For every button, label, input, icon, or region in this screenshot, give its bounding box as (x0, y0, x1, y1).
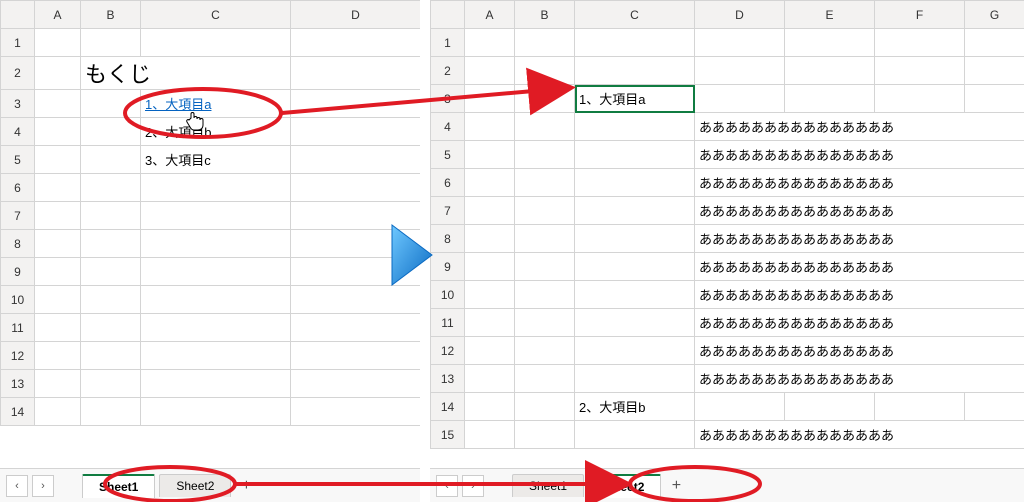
add-sheet[interactable]: + (665, 477, 687, 495)
tab-next[interactable]: › (462, 475, 484, 497)
col-F[interactable]: F (875, 1, 965, 29)
tab-next[interactable]: › (32, 475, 54, 497)
row-3[interactable]: 3 (1, 90, 35, 118)
row-5[interactable]: 5 (431, 141, 465, 169)
row-11[interactable]: 11 (1, 314, 35, 342)
body-text[interactable]: あああああああああああああああ (695, 309, 1024, 337)
col-G[interactable]: G (965, 1, 1024, 29)
select-all[interactable] (431, 1, 465, 29)
row-12[interactable]: 12 (1, 342, 35, 370)
col-B[interactable]: B (515, 1, 575, 29)
tab-sheet2[interactable]: Sheet2 (588, 474, 661, 498)
row-15[interactable]: 15 (431, 421, 465, 449)
toc-link-1[interactable]: 1、大項目a (141, 90, 291, 118)
col-D[interactable]: D (291, 1, 421, 29)
selected-cell[interactable]: 1、大項目a (575, 85, 695, 113)
row-1[interactable]: 1 (431, 29, 465, 57)
body-text[interactable]: あああああああああああああああ (695, 225, 1024, 253)
excel-window-after: A B C D E F G 1 2 3 1、大項目a 4 ああああああああああああ… (430, 0, 1024, 502)
toc-item-2[interactable]: 2、大項目b (141, 118, 291, 146)
body-text[interactable]: あああああああああああああああ (695, 281, 1024, 309)
excel-window-before: A B C D 1 2 もくじ 3 1、大項目a 4 2、大項目b 5 3、大項目… (0, 0, 420, 502)
heading-2[interactable]: 2、大項目b (575, 393, 695, 421)
tab-sheet1[interactable]: Sheet1 (82, 474, 155, 498)
row-8[interactable]: 8 (431, 225, 465, 253)
tab-sheet1[interactable]: Sheet1 (512, 474, 584, 497)
col-A[interactable]: A (465, 1, 515, 29)
title-cell[interactable]: もくじ (81, 57, 291, 90)
body-text[interactable]: あああああああああああああああ (695, 113, 1024, 141)
col-D[interactable]: D (695, 1, 785, 29)
body-text[interactable]: あああああああああああああああ (695, 337, 1024, 365)
body-text[interactable]: あああああああああああああああ (695, 253, 1024, 281)
row-14[interactable]: 14 (1, 398, 35, 426)
row-10[interactable]: 10 (431, 281, 465, 309)
body-text[interactable]: あああああああああああああああ (695, 169, 1024, 197)
body-text[interactable]: あああああああああああああああ (695, 421, 1024, 449)
row-6[interactable]: 6 (431, 169, 465, 197)
col-B[interactable]: B (81, 1, 141, 29)
body-text[interactable]: あああああああああああああああ (695, 197, 1024, 225)
row-12[interactable]: 12 (431, 337, 465, 365)
grid-right: A B C D E F G 1 2 3 1、大項目a 4 ああああああああああああ… (430, 0, 1024, 468)
row-9[interactable]: 9 (1, 258, 35, 286)
add-sheet[interactable]: + (235, 477, 257, 495)
row-13[interactable]: 13 (431, 365, 465, 393)
row-7[interactable]: 7 (431, 197, 465, 225)
row-2[interactable]: 2 (1, 57, 35, 90)
row-3[interactable]: 3 (431, 85, 465, 113)
row-7[interactable]: 7 (1, 202, 35, 230)
tab-prev[interactable]: ‹ (436, 475, 458, 497)
row-9[interactable]: 9 (431, 253, 465, 281)
select-all[interactable] (1, 1, 35, 29)
tab-prev[interactable]: ‹ (6, 475, 28, 497)
col-C[interactable]: C (575, 1, 695, 29)
grid-left: A B C D 1 2 もくじ 3 1、大項目a 4 2、大項目b 5 3、大項目… (0, 0, 420, 468)
tab-sheet2[interactable]: Sheet2 (159, 474, 231, 497)
col-E[interactable]: E (785, 1, 875, 29)
row-4[interactable]: 4 (431, 113, 465, 141)
col-A[interactable]: A (35, 1, 81, 29)
row-8[interactable]: 8 (1, 230, 35, 258)
body-text[interactable]: あああああああああああああああ (695, 365, 1024, 393)
row-5[interactable]: 5 (1, 146, 35, 174)
row-14[interactable]: 14 (431, 393, 465, 421)
row-2[interactable]: 2 (431, 57, 465, 85)
row-4[interactable]: 4 (1, 118, 35, 146)
row-11[interactable]: 11 (431, 309, 465, 337)
tabbar-left: ‹ › Sheet1 Sheet2 + (0, 468, 420, 502)
col-C[interactable]: C (141, 1, 291, 29)
tabbar-right: ‹ › Sheet1 Sheet2 + (430, 468, 1024, 502)
toc-item-3[interactable]: 3、大項目c (141, 146, 291, 174)
row-10[interactable]: 10 (1, 286, 35, 314)
row-6[interactable]: 6 (1, 174, 35, 202)
row-13[interactable]: 13 (1, 370, 35, 398)
body-text[interactable]: あああああああああああああああ (695, 141, 1024, 169)
row-1[interactable]: 1 (1, 29, 35, 57)
